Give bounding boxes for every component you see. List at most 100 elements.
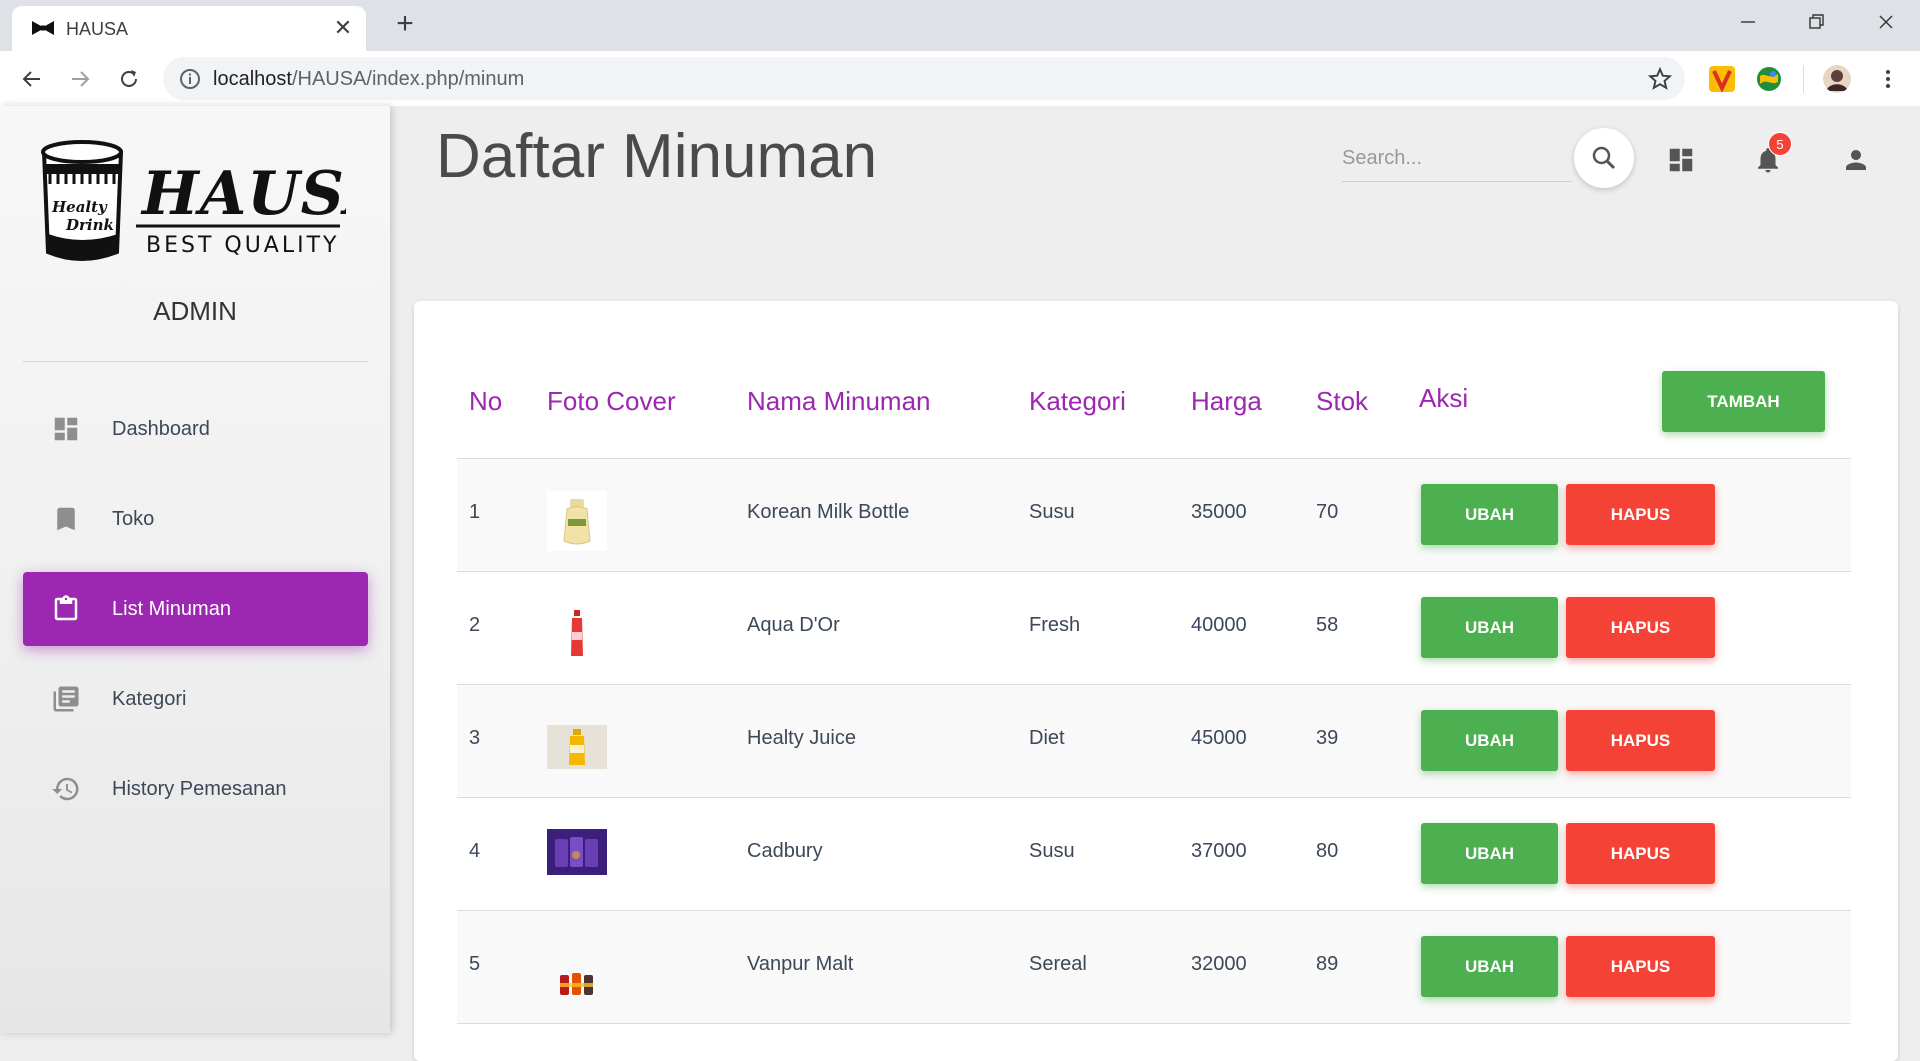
cell-no: 5	[469, 953, 481, 975]
person-icon[interactable]	[1841, 145, 1871, 175]
sidebar-item-label: Toko	[112, 508, 155, 530]
cell-kategori: Fresh	[1029, 614, 1081, 636]
tab-title: HAUSA	[66, 19, 129, 39]
delete-button[interactable]: HAPUS	[1566, 936, 1715, 997]
cell-stok: 89	[1316, 953, 1339, 975]
close-tab-icon[interactable]: ✕	[330, 15, 356, 41]
restore-icon[interactable]	[1786, 0, 1848, 44]
cell-stok: 70	[1316, 501, 1339, 523]
browser-toolbar: localhost/HAUSA/index.php/minum	[0, 51, 1920, 106]
cell-kategori: Susu	[1029, 840, 1075, 862]
close-window-icon[interactable]	[1855, 0, 1917, 44]
delete-button[interactable]: HAPUS	[1566, 823, 1715, 884]
bookmark-icon	[57, 507, 75, 531]
add-drink-button[interactable]: TAMBAH	[1662, 371, 1825, 432]
extension-globe-icon[interactable]	[1755, 65, 1783, 93]
tab-strip: HAUSA ✕ +	[0, 0, 1920, 51]
table-row: 2 Aqua D'Or Fresh 40000 58 UBAH HAPUS	[457, 572, 1851, 685]
dashboard-icon	[54, 417, 78, 441]
cell-harga: 40000	[1191, 614, 1247, 636]
column-header-no: No	[469, 386, 503, 416]
sidebar-item-kategori[interactable]: Kategori	[23, 662, 368, 736]
sidebar-item-dashboard[interactable]: Dashboard	[23, 392, 368, 466]
drink-thumbnail-milk-bottle	[547, 491, 607, 551]
sidebar-item-label: List Minuman	[112, 598, 231, 620]
dashboard-grid-icon[interactable]	[1666, 145, 1696, 175]
notification-badge: 5	[1768, 132, 1792, 156]
url-text[interactable]: localhost/HAUSA/index.php/minum	[213, 68, 524, 91]
cell-no: 3	[469, 727, 481, 749]
column-header-foto-cover: Foto Cover	[547, 386, 676, 416]
clipboard-icon	[54, 595, 78, 621]
user-role-label: ADMIN	[153, 296, 237, 326]
cell-harga: 35000	[1191, 501, 1247, 523]
drink-thumbnail-vanpur-malt	[547, 943, 607, 1003]
cell-stok: 39	[1316, 727, 1339, 749]
delete-button[interactable]: HAPUS	[1566, 597, 1715, 658]
table-row: 4 Cadbury Susu 37000 80 UBAH HAPUS	[457, 798, 1851, 911]
toolbar-separator	[1803, 65, 1804, 93]
drink-thumbnail-healty-juice	[547, 725, 607, 769]
forward-arrow-icon[interactable]	[62, 61, 98, 97]
delete-button[interactable]: HAPUS	[1566, 484, 1715, 545]
table-row: 5 Vanpur Malt Sereal 32000 89 UBAH HAPUS	[457, 911, 1851, 1024]
cell-kategori: Susu	[1029, 501, 1075, 523]
sidebar-item-list-minuman[interactable]: List Minuman	[23, 572, 368, 646]
cell-no: 2	[469, 614, 481, 636]
history-icon	[52, 777, 79, 801]
menu-kebab-icon[interactable]	[1876, 67, 1900, 91]
bookmark-star-icon[interactable]	[1647, 66, 1673, 92]
url-path: /HAUSA/index.php/minum	[291, 68, 525, 90]
cell-nama: Korean Milk Bottle	[747, 501, 910, 523]
cell-no: 4	[469, 840, 481, 862]
new-tab-icon[interactable]: +	[388, 8, 422, 42]
drink-thumbnail-cadbury	[547, 829, 607, 875]
edit-button[interactable]: UBAH	[1421, 597, 1558, 658]
logo-tagline: BEST QUALITY	[146, 233, 339, 258]
table-row: 1 Korean Milk Bottle Susu 35000 70 UBAH …	[457, 459, 1851, 572]
search-input[interactable]	[1342, 138, 1572, 178]
profile-avatar-icon[interactable]	[1823, 65, 1851, 93]
cell-harga: 32000	[1191, 953, 1247, 975]
edit-button[interactable]: UBAH	[1421, 484, 1558, 545]
column-header-kategori: Kategori	[1029, 386, 1126, 416]
sidebar-item-toko[interactable]: Toko	[23, 482, 368, 556]
cell-kategori: Sereal	[1029, 953, 1087, 975]
cell-no: 1	[469, 501, 481, 523]
address-bar[interactable]: localhost/HAUSA/index.php/minum	[163, 57, 1685, 100]
column-header-nama-minuman: Nama Minuman	[747, 386, 931, 416]
delete-button[interactable]: HAPUS	[1566, 710, 1715, 771]
hausa-logo[interactable]: Healty Drink HAUSA BEST QUALITY	[36, 134, 346, 264]
edit-button[interactable]: UBAH	[1421, 710, 1558, 771]
cell-stok: 58	[1316, 614, 1339, 636]
extension-v-icon[interactable]	[1708, 65, 1736, 93]
search-field	[1342, 138, 1572, 182]
cell-nama: Cadbury	[747, 840, 823, 862]
browser-tab[interactable]: HAUSA ✕	[12, 6, 366, 51]
sidebar: Healty Drink HAUSA BEST QUALITY ADMIN Da…	[0, 106, 390, 1033]
column-header-harga: Harga	[1191, 386, 1262, 416]
logo-cup-text-2: Drink	[65, 216, 114, 234]
sidebar-item-history-pemesanan[interactable]: History Pemesanan	[23, 752, 368, 826]
browser-chrome: HAUSA ✕ + localhost/HAUSA/index.php/minu…	[0, 0, 1920, 106]
url-host: localhost	[213, 68, 292, 90]
cell-nama: Healty Juice	[747, 727, 856, 749]
sidebar-item-label: History Pemesanan	[112, 778, 287, 800]
cell-harga: 37000	[1191, 840, 1247, 862]
edit-button[interactable]: UBAH	[1421, 823, 1558, 884]
minimize-icon[interactable]	[1717, 0, 1779, 44]
cell-harga: 45000	[1191, 727, 1247, 749]
page-title: Daftar Minuman	[436, 122, 878, 191]
cell-kategori: Diet	[1029, 727, 1065, 749]
bow-tie-icon	[32, 21, 54, 35]
cell-stok: 80	[1316, 840, 1339, 862]
logo-cup-text-1: Healty	[51, 198, 108, 216]
column-header-aksi: Aksi	[1419, 383, 1469, 413]
reload-icon[interactable]	[111, 61, 147, 97]
search-button[interactable]	[1574, 128, 1634, 188]
cell-nama: Vanpur Malt	[747, 953, 854, 975]
info-icon[interactable]	[178, 67, 202, 91]
column-header-stok: Stok	[1316, 386, 1369, 416]
edit-button[interactable]: UBAH	[1421, 936, 1558, 997]
back-arrow-icon[interactable]	[14, 61, 50, 97]
